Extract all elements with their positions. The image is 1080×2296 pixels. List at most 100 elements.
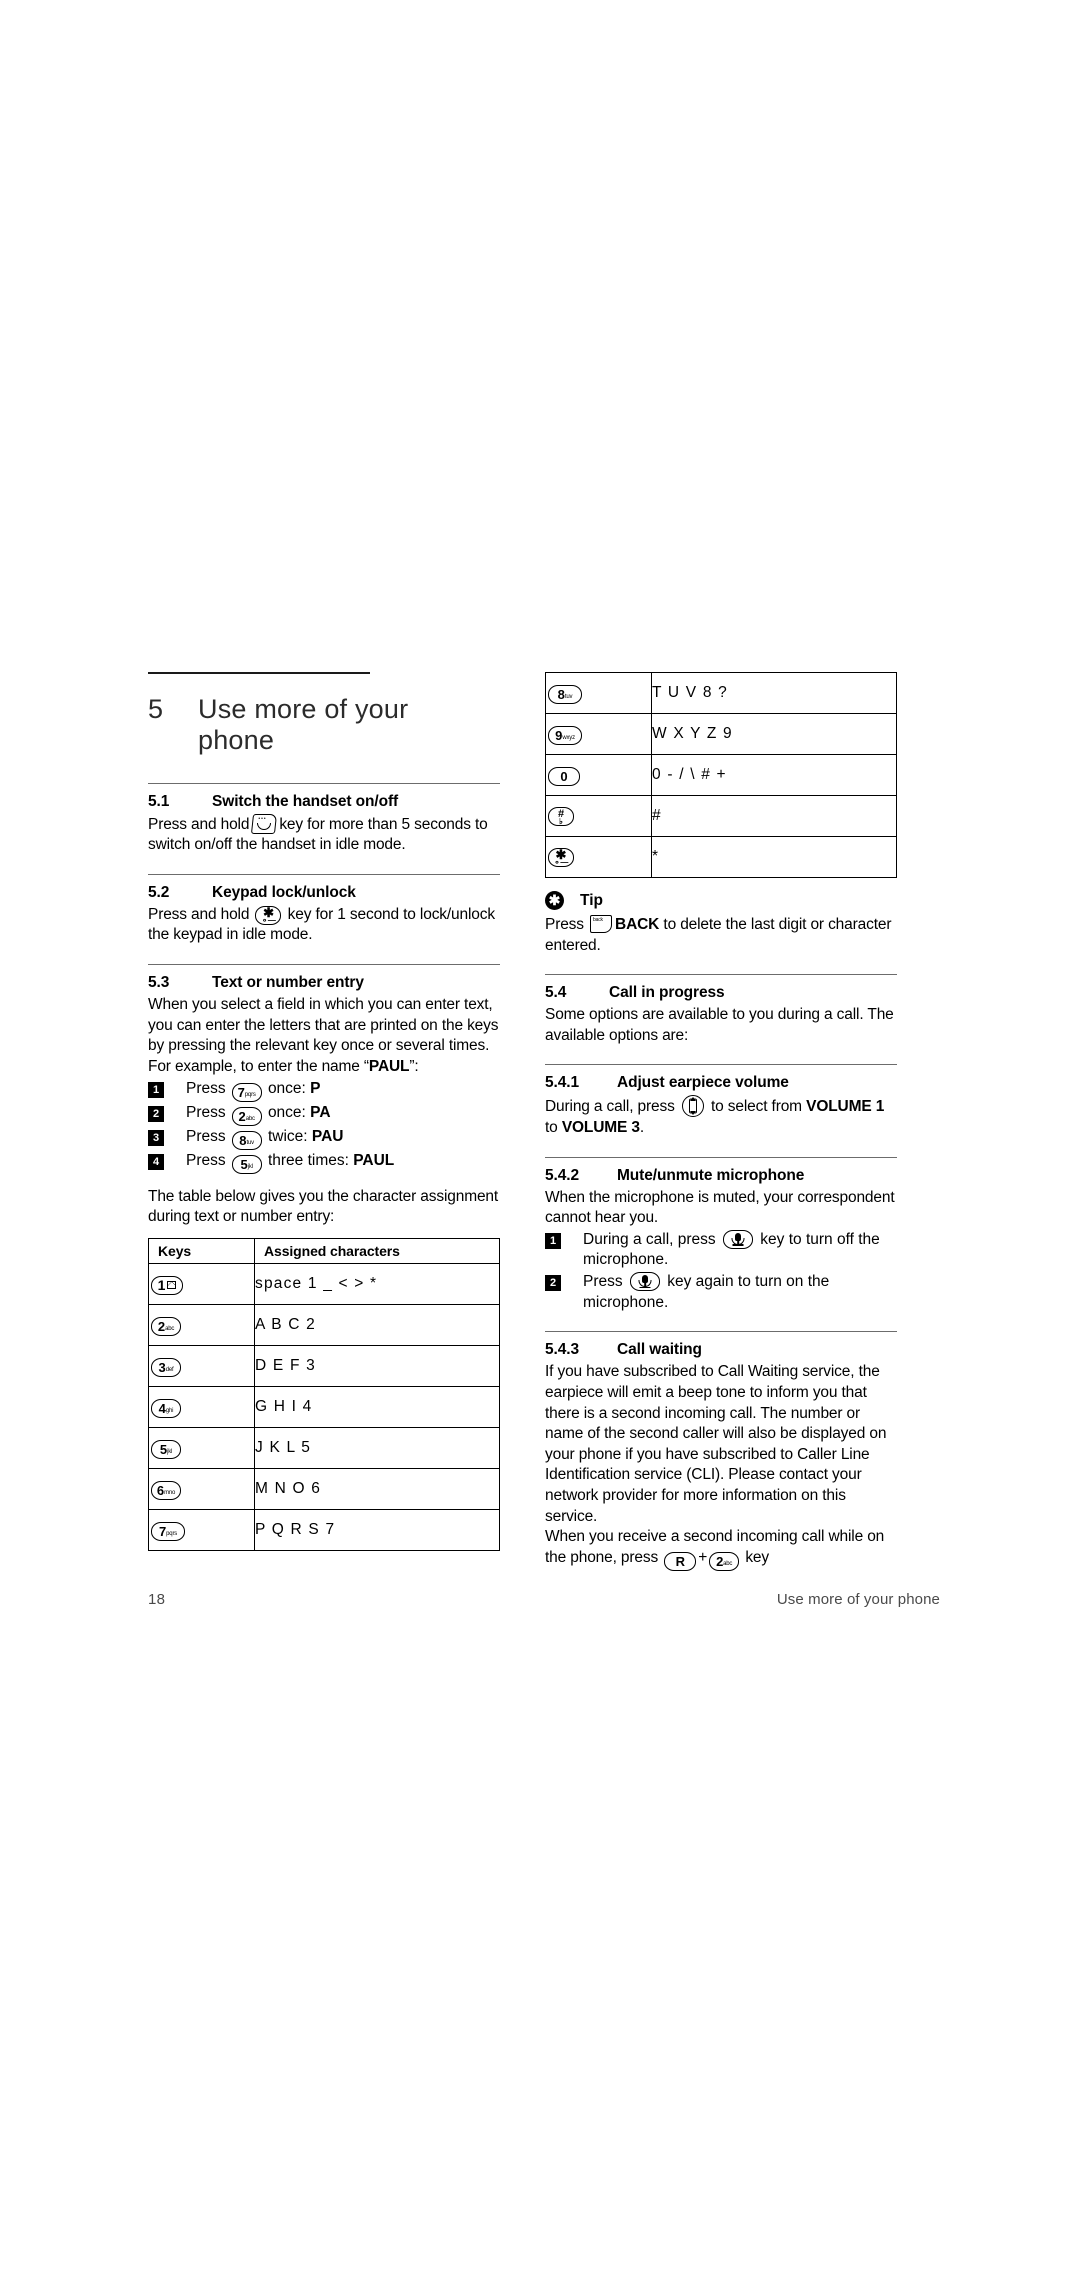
key-cell: 2abc [148,1303,255,1346]
tip-key-label: BACK [615,916,660,933]
mute-microphone-key-icon [629,1272,660,1292]
back-softkey-icon: back [590,915,613,933]
key-cell: # ♭ [545,795,652,837]
step-result: P [310,1079,321,1097]
tip-label: Tip [580,891,603,909]
section-5-4-title: Call in progress [609,984,725,1002]
section-5-4-1: 5.4.1 Adjust earpiece volume During a ca… [545,1064,897,1138]
section-5-2-text: Press and hold ✱ ⚬— key for 1 second to l… [148,905,500,946]
key-cell: 4ghi [148,1385,255,1428]
list-item: 4 Press 5jkl three times: PAUL [148,1151,500,1174]
section-5-3-number: 5.3 [148,974,170,992]
chars-cell: P Q R S 7 [254,1508,500,1551]
page-number: 18 [148,1591,166,1608]
table-row: 7pqrs P Q R S 7 [148,1508,500,1551]
step-verb: Press [186,1103,226,1121]
col-header-chars: Assigned characters [254,1237,500,1264]
tip-heading: ✱ Tip [545,891,897,910]
section-5-4-3: 5.4.3 Call waiting If you have subscribe… [545,1331,897,1571]
paul-entry-steps: 1 Press 7pqrs once: P 2 Press 2abc once: P… [148,1079,500,1174]
chars-cell: * [651,836,897,878]
step-verb: Press [186,1151,226,1169]
step-number: 2 [148,1105,164,1122]
s51-text-before: Press and hold [148,815,250,833]
chars-cell: 0 - / \ # + [651,754,897,796]
document-page: 5 Use more of your phone 5.1 Switch the … [0,0,1080,2296]
section-5-4-2-title: Mute/unmute microphone [617,1166,805,1184]
tip-block: ✱ Tip Press back BACK to delete the last … [545,891,897,956]
section-5-3: 5.3 Text or number entry When you select… [148,964,500,1551]
list-item: 1 Press 7pqrs once: P [148,1079,500,1102]
star-key-icon: ✱ ⚬— [255,905,282,925]
step-mid: twice: [267,1127,308,1145]
chars-cell: M N O 6 [254,1467,500,1510]
step-mid: once: [267,1079,306,1097]
chapter-number: 5 [148,694,164,724]
s541-bold-1: VOLUME 1 [806,1098,885,1116]
s541-tail: . [639,1119,645,1137]
table-row: 5jkl J K L 5 [148,1426,500,1469]
table-row: 2abc A B C 2 [148,1303,500,1346]
key-2-icon: 2abc [151,1316,181,1336]
mute-steps: 1 During a call, press key to turn off t… [545,1229,897,1313]
mute-microphone-key-icon [722,1229,753,1249]
key-4-icon: 4ghi [151,1398,181,1418]
key-hash-icon: # ♭ [548,806,574,826]
section-5-4-1-number: 5.4.1 [545,1074,579,1092]
step-text: Press 7pqrs once: P [186,1079,500,1102]
s541-bold-2: VOLUME 3 [561,1119,640,1137]
s543-plus: + [698,1548,708,1566]
key-5-icon: 5jkl [231,1154,262,1174]
step-result: PAUL [353,1151,395,1169]
step-verb: Press [186,1079,226,1097]
step-number: 1 [148,1081,164,1098]
table-row: 9wxyz W X Y Z 9 [545,713,897,755]
list-item: 2 Press 2abc once: PA [148,1103,500,1126]
key-cell: 7pqrs [148,1508,255,1551]
step-verb: Press [186,1127,226,1145]
chapter-heading: 5 Use more of your phone [148,694,500,757]
asterisk-icon: ✱ [545,891,564,910]
step-result: PA [310,1103,331,1121]
section-5-4-3-para1: If you have subscribed to Call Waiting s… [545,1363,887,1525]
table-row: ✱ ⚬— * [545,836,897,878]
char-table-intro: The table below gives you the character … [148,1187,499,1226]
key-cell: 6mno [148,1467,255,1510]
section-5-2-title: Keypad lock/unlock [212,883,356,901]
table-row: 1 space 1 _ < > * [148,1262,500,1305]
left-column: 5 Use more of your phone 5.1 Switch the … [148,672,500,1551]
key-2-icon: 2abc [709,1551,740,1571]
step-text: During a call, press key to turn off the… [583,1229,897,1271]
step-before: During a call, press [583,1230,716,1248]
chapter-top-rule [148,672,370,674]
step-number: 1 [545,1232,561,1249]
table-row: 4ghi G H I 4 [148,1385,500,1428]
table-row: # ♭ # [545,795,897,837]
key-star-icon: ✱ ⚬— [548,847,574,867]
section-5-4-2-text: When the microphone is muted, your corre… [545,1188,895,1227]
list-item: 2 Press key again to turn on the microph… [545,1272,897,1313]
key-cell: 1 [148,1262,255,1305]
section-5-2-heading: 5.2 Keypad lock/unlock [148,884,500,902]
key-2-icon: 2abc [231,1106,262,1126]
section-5-4-text: Some options are available to you during… [545,1006,894,1044]
key-8-icon: 8tuv [548,685,582,704]
s52-text-before: Press and hold [148,905,250,923]
tip-text: Press back BACK to delete the last digit … [545,915,897,956]
section-5-4-3-title: Call waiting [617,1341,702,1359]
key-0-icon: 0 [548,767,580,786]
right-column: 8tuv T U V 8 ? 9wxyz W X Y Z 9 0 0 - / \… [545,672,897,1571]
key-6-icon: 6mno [151,1480,181,1500]
chars-cell: A B C 2 [254,1303,500,1346]
section-5-4-3-para2: When you receive a second incoming call … [545,1527,897,1571]
list-item: 1 During a call, press key to turn off t… [545,1229,897,1271]
footer-chapter-title: Use more of your phone [776,1591,940,1608]
key-cell: ✱ ⚬— [545,836,652,878]
step-text: Press 2abc once: PA [186,1103,500,1126]
section-5-4-2: 5.4.2 Mute/unmute microphone When the mi… [545,1156,897,1314]
s541-before: During a call, press [545,1098,675,1116]
chars-cell: J K L 5 [254,1426,500,1469]
assigned-characters-table-left: Keys Assigned characters 1 space 1 _ < >… [148,1237,500,1551]
step-text: Press 8tuv twice: PAU [186,1127,500,1150]
section-5-3-heading: 5.3 Text or number entry [148,974,500,992]
